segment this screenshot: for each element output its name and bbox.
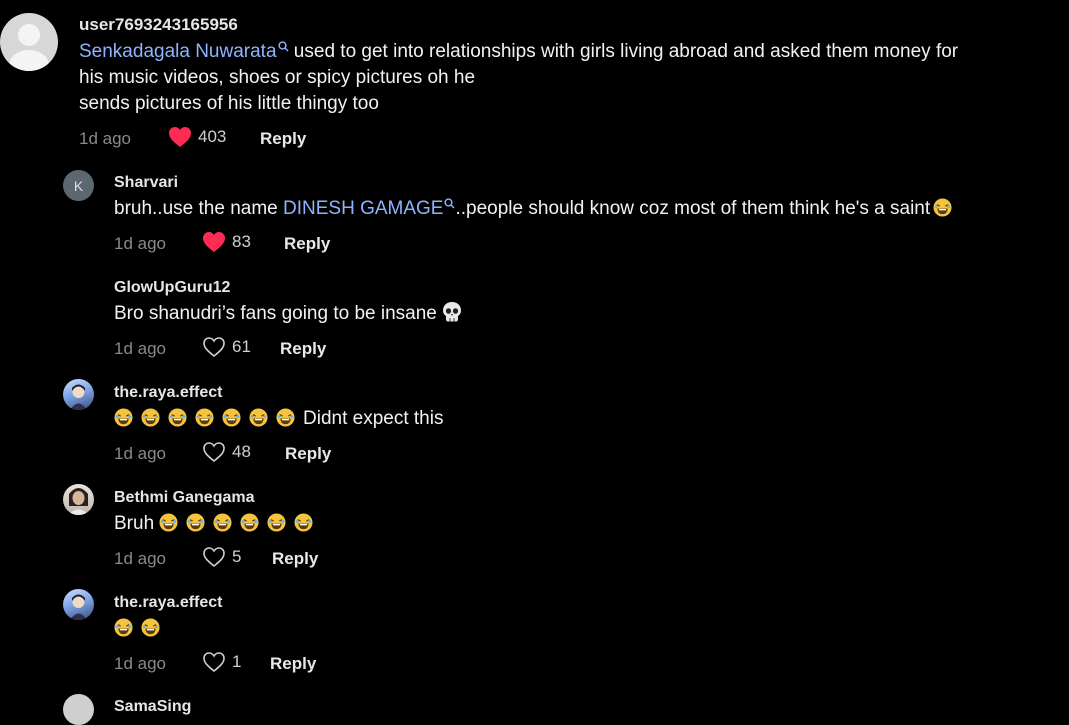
reply-button[interactable]: Reply	[270, 654, 316, 674]
reply-button[interactable]: Reply	[285, 444, 331, 464]
like-button[interactable]: 48	[202, 441, 251, 463]
comment-time: 1d ago	[114, 654, 166, 673]
laughing-emoji-icon	[186, 513, 205, 532]
like-count: 48	[232, 442, 251, 461]
like-button[interactable]: 403	[168, 126, 226, 148]
comment-username[interactable]: SamaSing	[114, 698, 191, 716]
laughing-emoji-icon	[933, 198, 952, 217]
reply-button[interactable]: Reply	[280, 339, 326, 359]
avatar[interactable]: K	[63, 170, 94, 201]
comment-username[interactable]: Sharvari	[114, 174, 178, 192]
reply-button[interactable]: Reply	[272, 549, 318, 569]
comment-text	[114, 616, 1014, 642]
laughing-emoji-icon	[195, 408, 214, 427]
mention-link[interactable]: DINESH GAMAGE	[283, 198, 455, 219]
like-button[interactable]: 83	[202, 231, 251, 253]
avatar-letter: K	[73, 177, 84, 194]
search-icon	[277, 41, 289, 52]
skull-emoji-icon	[442, 302, 461, 322]
laughing-emoji-icon	[114, 408, 133, 427]
like-count: 5	[232, 547, 242, 566]
comment-text: Bro shanudri’s fans going to be insane	[114, 301, 1014, 327]
emoji-group	[159, 513, 321, 534]
emoji-group	[114, 408, 303, 429]
like-count: 61	[232, 337, 251, 356]
reply-button[interactable]: Reply	[260, 129, 306, 149]
comment-text: Senkadagala Nuwarata used to get into re…	[79, 41, 959, 114]
laughing-emoji-icon	[141, 408, 160, 427]
search-icon	[444, 198, 455, 209]
like-button[interactable]: 1	[202, 651, 241, 673]
like-count: 403	[198, 127, 227, 146]
like-count: 1	[232, 652, 242, 671]
laughing-emoji-icon	[159, 513, 178, 532]
comment-text: bruh..use the name DINESH GAMAGE ..people…	[114, 196, 1054, 222]
reply-button[interactable]: Reply	[284, 234, 330, 254]
comment-time: 1d ago	[114, 549, 166, 568]
laughing-emoji-icon	[267, 513, 286, 532]
avatar[interactable]	[63, 379, 94, 410]
laughing-emoji-icon	[222, 408, 241, 427]
like-count: 83	[232, 232, 251, 251]
comment-username[interactable]: GlowUpGuru12	[114, 279, 230, 297]
like-button[interactable]: 61	[202, 336, 251, 358]
comment-time: 1d ago	[114, 444, 166, 463]
laughing-emoji-icon	[240, 513, 259, 532]
avatar[interactable]	[0, 13, 58, 71]
avatar[interactable]	[63, 694, 94, 725]
heart-icon	[203, 652, 225, 673]
avatar[interactable]	[63, 589, 94, 620]
comment-time: 1d ago	[114, 339, 166, 358]
laughing-emoji-icon	[141, 618, 160, 637]
comment-time: 1d ago	[114, 234, 166, 253]
laughing-emoji-icon	[168, 408, 187, 427]
comment-username[interactable]: the.raya.effect	[114, 594, 223, 612]
emoji-group	[114, 618, 168, 639]
comment-text: Didnt expect this	[114, 406, 1014, 432]
mention-link[interactable]: Senkadagala Nuwarata	[79, 41, 289, 62]
avatar[interactable]	[63, 484, 94, 515]
heart-icon	[203, 547, 225, 568]
laughing-emoji-icon	[249, 408, 268, 427]
laughing-emoji-icon	[276, 408, 295, 427]
laughing-emoji-icon	[114, 618, 133, 637]
laughing-emoji-icon	[213, 513, 232, 532]
heart-icon	[203, 232, 225, 252]
comment-time: 1d ago	[79, 129, 131, 148]
comment-username[interactable]: user7693243165956	[79, 15, 238, 35]
comment-text: Bruh	[114, 511, 1014, 537]
comment-username[interactable]: the.raya.effect	[114, 384, 223, 402]
comment-username[interactable]: Bethmi Ganegama	[114, 489, 254, 507]
laughing-emoji-icon	[294, 513, 313, 532]
heart-icon	[203, 337, 225, 358]
like-button[interactable]: 5	[202, 546, 241, 568]
heart-icon	[169, 127, 191, 147]
heart-icon	[203, 442, 225, 463]
